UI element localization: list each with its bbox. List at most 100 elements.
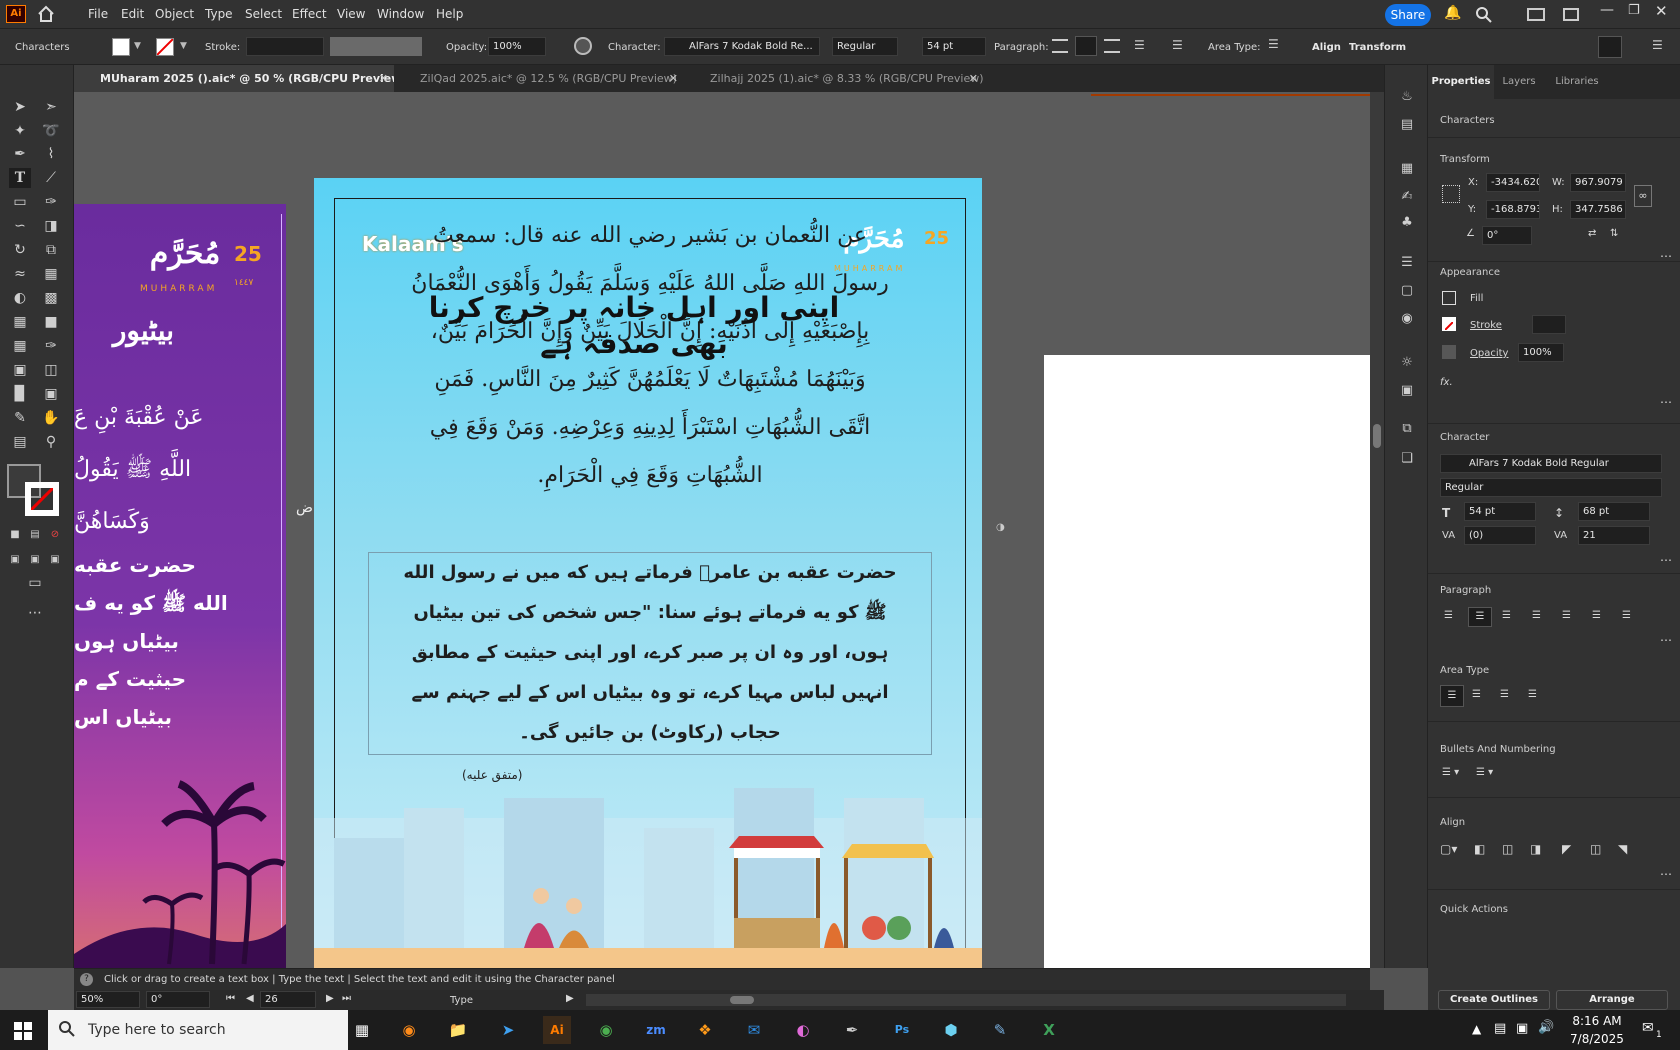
height-field[interactable]: 347.7586 p [1570, 200, 1626, 219]
stroke-swatch[interactable] [156, 38, 174, 56]
chevron-down-icon[interactable]: ▼ [180, 41, 187, 51]
next-artboard-icon[interactable]: ▶ [326, 993, 334, 1004]
eraser-tool-icon[interactable]: ◨ [40, 216, 62, 236]
leading-field[interactable]: 68 pt [1578, 502, 1650, 521]
width-field[interactable]: 967.9079 p [1570, 173, 1626, 192]
fill-swatch[interactable] [112, 38, 130, 56]
notification-icon[interactable]: ✉ [1642, 1020, 1654, 1036]
appearance-panel-icon[interactable]: ☼ [1397, 355, 1417, 370]
workspace-icon[interactable] [1527, 8, 1545, 21]
tab-zilqad[interactable]: ZilQad 2025.aic* @ 12.5 % (RGB/CPU Previ… [394, 65, 684, 92]
pathfinder-panel-icon[interactable]: ❏ [1397, 451, 1417, 466]
close-window-icon[interactable]: ✕ [1655, 2, 1668, 20]
menu-file[interactable]: File [88, 7, 108, 21]
screen-mode-icon[interactable]: ▭ [24, 573, 46, 593]
share-button[interactable]: Share [1385, 4, 1431, 26]
font-family-field[interactable]: AlFars 7 Kodak Bold Re... [664, 37, 820, 56]
chevron-down-icon[interactable]: ▼ [134, 41, 141, 51]
symbols-panel-icon[interactable]: ♣ [1397, 215, 1417, 230]
justify-left-icon[interactable]: ☰ [1532, 610, 1541, 621]
menu-select[interactable]: Select [245, 7, 282, 21]
area-type-icon[interactable]: ☰ [1528, 689, 1537, 700]
rotation-field[interactable]: 0° [146, 991, 210, 1008]
swatches-panel-icon[interactable]: ▦ [1397, 161, 1417, 176]
artboard-left[interactable]: مُحَرَّم 25 MUHARRAM ١٤٤٧ بیٹیور عَنْ عُ… [74, 204, 286, 968]
shape-builder-tool-icon[interactable]: ◐ [9, 288, 31, 308]
line-tool-icon[interactable]: ⟋ [40, 168, 62, 188]
close-icon[interactable]: ✕ [379, 65, 388, 92]
draw-behind-icon[interactable]: ▣ [24, 550, 46, 570]
gradient-tool-icon[interactable]: ■ [40, 312, 62, 332]
color-panel-icon[interactable]: ♨ [1397, 89, 1417, 104]
align-to-icon[interactable]: ▢▾ [1440, 842, 1457, 856]
justify-right-icon[interactable]: ☰ [1592, 610, 1601, 621]
live-paint-tool-icon[interactable]: ▩ [40, 288, 62, 308]
menu-window[interactable]: Window [377, 7, 424, 21]
previous-artboard-icon[interactable]: ◀ [246, 993, 254, 1004]
align-center-icon[interactable] [1075, 36, 1097, 56]
hand-tool-icon[interactable]: ✋ [40, 408, 62, 428]
graphic-styles-panel-icon[interactable]: ▣ [1397, 383, 1417, 398]
panel-toggle-icon[interactable] [1598, 36, 1622, 58]
clock-date[interactable]: 7/8/2025 [1570, 1032, 1624, 1046]
artboard-right[interactable] [1044, 355, 1370, 968]
align-left-icon[interactable] [1052, 39, 1068, 53]
app-orange-icon[interactable]: ❖ [691, 1016, 719, 1044]
tracking-field[interactable]: 21 [1578, 526, 1650, 545]
bell-icon[interactable]: 🔔 [1444, 5, 1461, 21]
area-type-icon[interactable]: ☰ [1500, 689, 1509, 700]
clock-time[interactable]: 8:16 AM [1570, 1014, 1624, 1028]
arrange-button[interactable]: Arrange [1556, 990, 1668, 1010]
stroke-weight-field[interactable] [246, 37, 324, 56]
flip-vertical-icon[interactable]: ⇅ [1610, 228, 1618, 239]
rotate-tool-icon[interactable]: ↻ [9, 240, 31, 260]
warp-tool-icon[interactable]: ≈ [9, 264, 31, 284]
numbering-icon[interactable]: ☰ [1172, 38, 1183, 52]
eyedropper-tool-icon[interactable]: ✑ [40, 336, 62, 356]
justify-all-icon[interactable]: ☰ [1622, 610, 1631, 621]
area-type-icon[interactable]: ☰ [1268, 37, 1279, 51]
align-bottom-edges-icon[interactable]: ◥ [1618, 842, 1627, 856]
export-panel-icon[interactable]: ⧉ [1397, 421, 1417, 436]
variable-width-field[interactable] [330, 37, 422, 56]
app-gradient-icon[interactable]: ◐ [789, 1016, 817, 1044]
x-field[interactable]: -3434.6206 [1486, 173, 1540, 192]
shaper-tool-icon[interactable]: ∽ [9, 216, 31, 236]
tab-properties[interactable]: Properties [1428, 65, 1494, 99]
font-style-field[interactable]: Regular [832, 37, 898, 56]
menu-edit[interactable]: Edit [121, 7, 144, 21]
opacity-label[interactable]: Opacity [1470, 348, 1508, 359]
rotate-field[interactable]: 0° [1482, 226, 1532, 245]
fill-swatch[interactable] [1442, 291, 1456, 305]
brushes-panel-icon[interactable]: ✍ [1397, 189, 1417, 204]
selection-tool-icon[interactable]: ➤ [9, 97, 31, 117]
fx-button[interactable]: fx. [1440, 377, 1453, 388]
create-outlines-button[interactable]: Create Outlines [1438, 990, 1550, 1010]
curvature-tool-icon[interactable]: ⌇ [40, 144, 62, 164]
stroke-panel-icon[interactable]: ☰ [1397, 255, 1417, 270]
menu-type[interactable]: Type [205, 7, 233, 21]
stroke-swatch[interactable] [1442, 317, 1456, 331]
last-artboard-icon[interactable]: ⏭ [342, 993, 351, 1004]
volume-icon[interactable]: 🔊 [1538, 1020, 1554, 1035]
menu-help[interactable]: Help [436, 7, 463, 21]
symbol-sprayer-tool-icon[interactable]: ◫ [40, 360, 62, 380]
zoom-icon[interactable]: zm [642, 1016, 670, 1044]
home-icon[interactable] [36, 4, 56, 24]
gradient-mode-icon[interactable]: ▤ [24, 525, 46, 545]
minimize-icon[interactable]: — [1600, 2, 1614, 18]
opacity-field[interactable]: 100% [488, 37, 546, 56]
zoom-field[interactable]: 50% [76, 991, 140, 1008]
draw-inside-icon[interactable]: ▣ [44, 550, 66, 570]
gradient-panel-icon[interactable]: ▢ [1397, 283, 1417, 298]
file-explorer-icon[interactable]: 📁 [444, 1016, 472, 1044]
transform-button[interactable]: Transform [1349, 42, 1406, 53]
chrome-icon[interactable]: ◉ [592, 1016, 620, 1044]
stroke-weight-field[interactable] [1532, 315, 1566, 334]
scale-tool-icon[interactable]: ⧉ [40, 240, 62, 260]
recolor-icon[interactable] [574, 37, 592, 55]
transparency-panel-icon[interactable]: ◉ [1397, 311, 1417, 326]
align-left-edges-icon[interactable]: ◧ [1474, 842, 1485, 856]
tray-chevron-icon[interactable]: ▲ [1472, 1022, 1481, 1036]
numbering-icon[interactable]: ☰ ▾ [1476, 767, 1493, 778]
